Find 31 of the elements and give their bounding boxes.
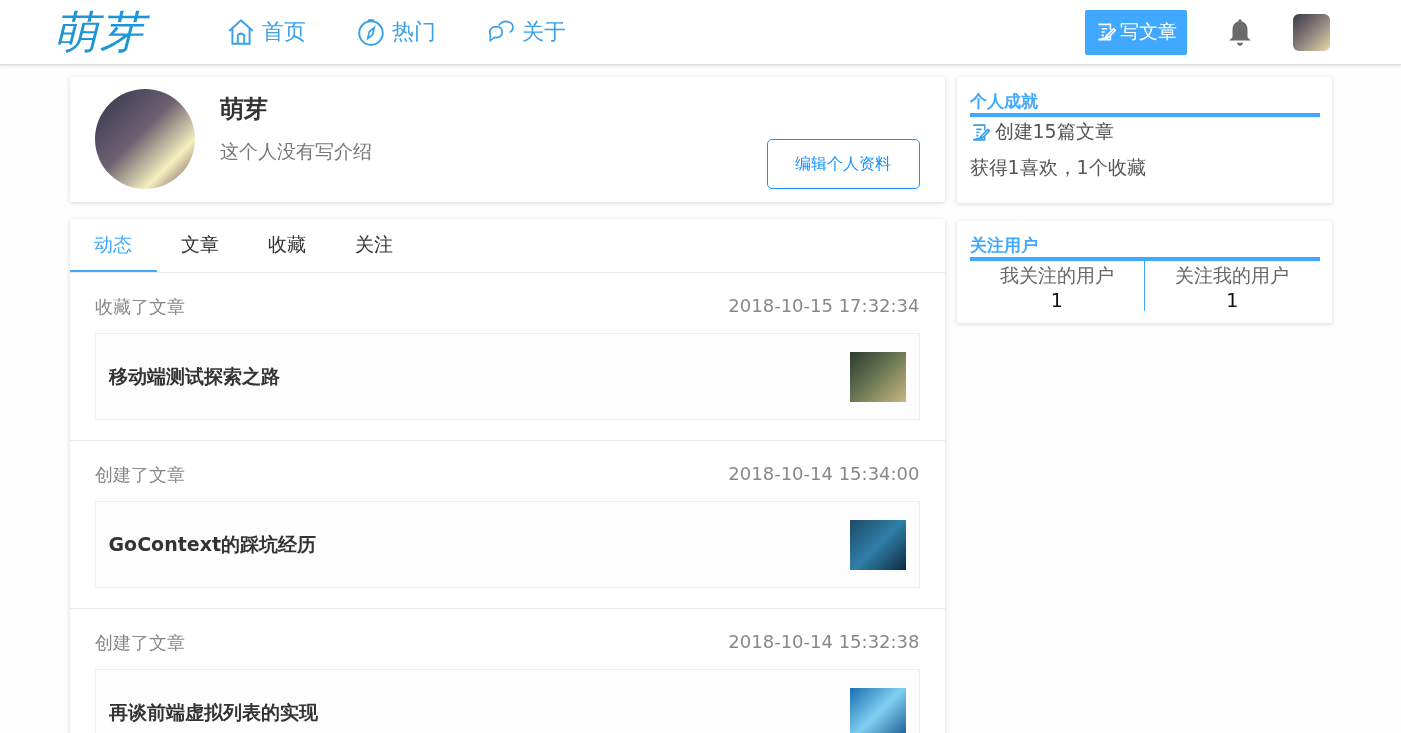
timestamp: 2018-10-15 17:32:34	[728, 295, 920, 318]
follow-count: 1	[1050, 289, 1063, 311]
article-title[interactable]: 再谈前端虚拟列表的实现	[108, 699, 318, 726]
avatar[interactable]	[1292, 13, 1330, 51]
user-bio: 这个人没有写介绍	[219, 139, 372, 164]
likes-stats: 获得1喜欢，1个收藏	[969, 155, 1147, 180]
activity-type: 创建了文章	[94, 463, 185, 487]
follow-label[interactable]: 关注我的用户	[1175, 263, 1290, 289]
follow-count: 1	[1226, 289, 1239, 311]
article-title[interactable]: 移动端测试探索之路	[108, 363, 280, 390]
bell-icon[interactable]	[1226, 17, 1253, 47]
activity-type: 收藏了文章	[94, 295, 185, 319]
article-card[interactable]: GoContext的踩坑经历	[94, 501, 920, 588]
compass-icon	[355, 17, 386, 47]
user-name: 萌芽	[219, 94, 269, 125]
timestamp: 2018-10-14 15:34:00	[728, 463, 920, 486]
card-title: 关注用户	[969, 233, 1320, 261]
thumbnail-placeholder	[849, 519, 906, 570]
activity-type: 创建了文章	[94, 631, 185, 655]
thumbnail-placeholder	[849, 687, 906, 733]
follow-label[interactable]: 我关注的用户	[999, 263, 1114, 289]
thumbnail-placeholder	[849, 351, 906, 402]
tab[interactable]: 文章	[156, 219, 244, 272]
tab[interactable]: 关注	[330, 219, 418, 272]
timestamp: 2018-10-14 15:32:38	[728, 631, 920, 654]
article-card[interactable]: 再谈前端虚拟列表的实现	[94, 669, 920, 733]
tab[interactable]: 收藏	[243, 219, 331, 272]
article-title[interactable]: GoContext的踩坑经历	[108, 531, 316, 558]
article-card[interactable]: 移动端测试探索之路	[94, 333, 920, 420]
card-title: 个人成就	[969, 89, 1320, 117]
article-count: 创建15篇文章	[994, 119, 1114, 144]
